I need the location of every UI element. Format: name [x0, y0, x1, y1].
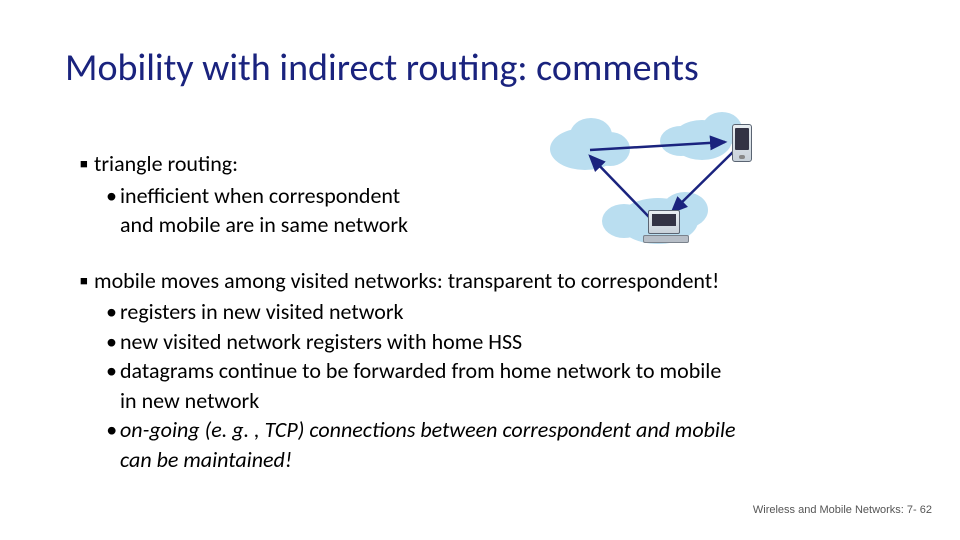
bullet-text: new visited network registers with home … — [120, 328, 522, 355]
bullet-text: on-going (e. g. , TCP) connections betwe… — [120, 416, 736, 443]
bullet-lvl2: •registers in new visited network — [106, 298, 880, 326]
bullet-text: triangle routing: — [94, 150, 238, 177]
dot-bullet-icon: • — [106, 182, 120, 210]
slide-body: ▪triangle routing: •inefficient when cor… — [80, 150, 880, 475]
bullet-text: datagrams continue to be forwarded from … — [120, 357, 721, 384]
bullet-lvl2: •new visited network registers with home… — [106, 328, 880, 356]
slide-title: Mobility with indirect routing: comments — [65, 45, 699, 91]
dot-bullet-icon: • — [106, 357, 120, 385]
dot-bullet-icon: • — [106, 416, 120, 444]
bullet-lvl1: ▪mobile moves among visited networks: tr… — [80, 267, 880, 295]
dot-bullet-icon: • — [106, 298, 120, 326]
bullet-lvl2: •datagrams continue to be forwarded from… — [106, 357, 880, 385]
bullet-text: mobile moves among visited networks: tra… — [94, 267, 719, 294]
bullet-lvl1: ▪triangle routing: — [80, 150, 880, 178]
bullet-text: inefficient when correspondent — [120, 182, 400, 209]
square-bullet-icon: ▪ — [80, 267, 94, 295]
bullet-cont: in new network — [120, 387, 880, 415]
slide: Mobility with indirect routing: comments… — [0, 0, 960, 540]
bullet-lvl2: •on-going (e. g. , TCP) connections betw… — [106, 416, 880, 444]
bullet-cont: and mobile are in same network — [120, 211, 880, 239]
bullet-lvl2: •inefficient when correspondent — [106, 182, 880, 210]
bullet-cont: can be maintained! — [120, 446, 880, 474]
square-bullet-icon: ▪ — [80, 150, 94, 178]
slide-footer: Wireless and Mobile Networks: 7- 62 — [753, 504, 932, 516]
dot-bullet-icon: • — [106, 328, 120, 356]
bullet-text: registers in new visited network — [120, 298, 404, 325]
